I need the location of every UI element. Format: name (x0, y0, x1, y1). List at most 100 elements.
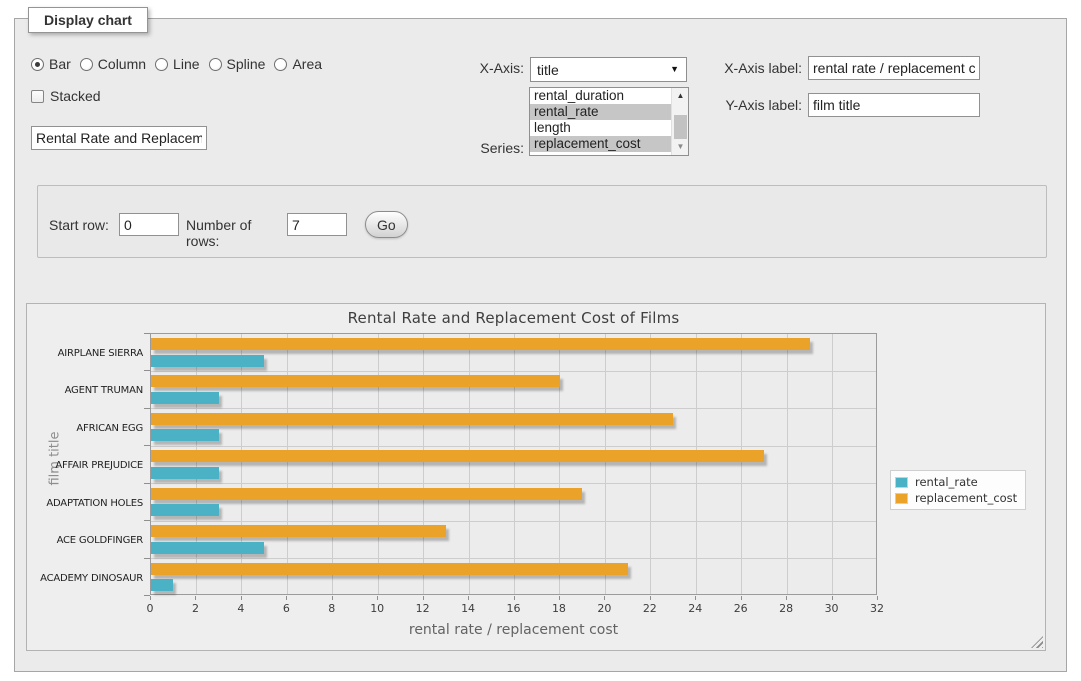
resize-handle-icon[interactable] (1031, 636, 1043, 648)
radio-label: Spline (227, 56, 266, 72)
stacked-checkbox[interactable]: Stacked (31, 88, 101, 104)
x-axis-tick (423, 596, 424, 600)
stacked-label: Stacked (50, 88, 101, 104)
radio-label: Column (98, 56, 146, 72)
radio-icon[interactable] (31, 58, 44, 71)
listbox-option-length[interactable]: length (530, 120, 671, 136)
gridline-vertical (696, 334, 697, 594)
radio-icon[interactable] (80, 58, 93, 71)
chart-bar (151, 504, 219, 516)
y-axis-label-input[interactable] (808, 93, 980, 117)
chart-type-radio-group: Bar Column Line Spline Area (31, 56, 322, 72)
scrollbar-thumb[interactable] (674, 115, 687, 139)
x-axis-label-label: X-Axis label: (665, 60, 802, 76)
radio-icon[interactable] (274, 58, 287, 71)
y-axis-tick (144, 333, 150, 334)
x-axis-tick-label: 28 (769, 602, 803, 615)
legend-label: replacement_cost (915, 491, 1017, 505)
category-tick-label: AFFAIR PREJUDICE (33, 460, 143, 472)
category-tick-label: AIRPLANE SIERRA (33, 348, 143, 360)
rows-panel: Start row: Number of rows: Go (37, 185, 1047, 258)
y-axis-tick (144, 370, 150, 371)
chart-container: Rental Rate and Replacement Cost of Film… (26, 303, 1046, 651)
gridline-vertical (423, 334, 424, 594)
gridline-vertical (469, 334, 470, 594)
chart-bar (151, 579, 173, 591)
gridline-horizontal (151, 446, 876, 447)
chart-bar (151, 413, 673, 425)
category-tick-label: AFRICAN EGG (33, 423, 143, 435)
category-tick-label: ACADEMY DINOSAUR (33, 573, 143, 585)
scroll-down-icon[interactable]: ▼ (672, 140, 689, 154)
start-row-input[interactable] (119, 213, 179, 236)
chart-title: Rental Rate and Replacement Cost of Film… (150, 309, 877, 327)
x-axis-select-value: title (537, 62, 559, 78)
x-axis-tick (468, 596, 469, 600)
gridline-vertical (196, 334, 197, 594)
chart-bar (151, 467, 219, 479)
gridline-horizontal (151, 521, 876, 522)
x-axis-tick-label: 8 (315, 602, 349, 615)
x-axis-select-label: X-Axis: (419, 60, 524, 76)
category-tick-label: AGENT TRUMAN (33, 385, 143, 397)
gridline-vertical (332, 334, 333, 594)
gridline-vertical (514, 334, 515, 594)
x-axis-tick (604, 596, 605, 600)
x-axis-tick (332, 596, 333, 600)
chart-bar (151, 563, 628, 575)
page: Display chart Bar Column Line Spline Are… (0, 0, 1081, 681)
radio-line[interactable]: Line (155, 56, 199, 72)
start-row-label: Start row: (49, 217, 119, 233)
category-tick-label: ACE GOLDFINGER (33, 535, 143, 547)
chart-bar (151, 542, 264, 554)
x-axis-tick-label: 4 (224, 602, 258, 615)
x-axis-tick-label: 30 (815, 602, 849, 615)
chart-bar (151, 429, 219, 441)
x-axis-tick-label: 18 (542, 602, 576, 615)
x-axis-tick-label: 6 (269, 602, 303, 615)
x-axis-tick (150, 596, 151, 600)
radio-label: Bar (49, 56, 71, 72)
x-axis-tick (650, 596, 651, 600)
x-axis-select[interactable]: title ▼ (530, 57, 687, 82)
x-axis-tick-label: 22 (633, 602, 667, 615)
x-axis-tick (195, 596, 196, 600)
listbox-option-rental-duration[interactable]: rental_duration (530, 88, 671, 104)
x-axis-tick (286, 596, 287, 600)
radio-spline[interactable]: Spline (209, 56, 266, 72)
radio-column[interactable]: Column (80, 56, 146, 72)
legend-row: rental_rate (895, 474, 1017, 490)
gridline-horizontal (151, 483, 876, 484)
gridline-vertical (650, 334, 651, 594)
number-of-rows-input[interactable] (287, 213, 347, 236)
chart-bar (151, 488, 582, 500)
radio-icon[interactable] (155, 58, 168, 71)
chart-bar (151, 525, 446, 537)
radio-bar[interactable]: Bar (31, 56, 71, 72)
x-axis-tick-label: 10 (360, 602, 394, 615)
radio-icon[interactable] (209, 58, 222, 71)
x-axis-title: rental rate / replacement cost (150, 622, 877, 638)
x-axis-label-input[interactable] (808, 56, 980, 80)
checkbox-icon[interactable] (31, 90, 44, 103)
number-of-rows-label: Number of rows: (186, 217, 288, 249)
x-axis-tick-label: 32 (860, 602, 894, 615)
radio-label: Line (173, 56, 199, 72)
listbox-option-replacement-cost[interactable]: replacement_cost (530, 136, 671, 152)
chart-title-input[interactable] (31, 126, 207, 150)
chart-bar (151, 338, 810, 350)
go-button[interactable]: Go (365, 211, 408, 238)
y-axis-tick (144, 483, 150, 484)
x-axis-tick (877, 596, 878, 600)
x-axis-tick (377, 596, 378, 600)
listbox-option-rental-rate[interactable]: rental_rate (530, 104, 671, 120)
radio-label: Area (292, 56, 322, 72)
gridline-vertical (787, 334, 788, 594)
x-axis-tick-label: 20 (587, 602, 621, 615)
display-chart-panel: Display chart Bar Column Line Spline Are… (14, 18, 1067, 672)
gridline-vertical (605, 334, 606, 594)
radio-area[interactable]: Area (274, 56, 322, 72)
gridline-horizontal (151, 371, 876, 372)
series-listbox-label: Series: (419, 140, 524, 156)
chart-bar (151, 392, 219, 404)
